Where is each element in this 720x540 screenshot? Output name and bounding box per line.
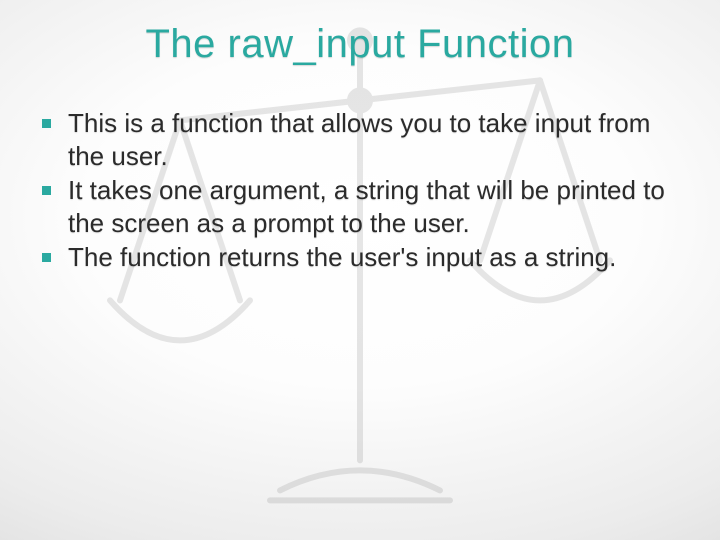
scales-icon (80, 20, 640, 540)
slide: The raw_input Function This is a functio… (0, 0, 720, 540)
list-item: This is a function that allows you to ta… (28, 107, 692, 172)
bullet-list: This is a function that allows you to ta… (28, 107, 692, 274)
slide-title: The raw_input Function (0, 0, 720, 67)
slide-body: This is a function that allows you to ta… (28, 107, 692, 274)
list-item: It takes one argument, a string that wil… (28, 174, 692, 239)
list-item: The function returns the user's input as… (28, 241, 692, 274)
